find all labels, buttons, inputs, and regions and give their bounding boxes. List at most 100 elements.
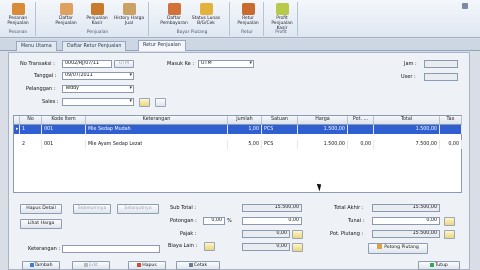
tunai-field[interactable]: 0,00: [372, 217, 440, 225]
grid-header-keterangan[interactable]: Keterangan: [86, 116, 228, 125]
masuk-ke-label: Masuk Ke :: [167, 61, 195, 67]
keterangan-field[interactable]: [62, 245, 160, 253]
grid-header-total[interactable]: Total: [374, 116, 440, 125]
potongan-field[interactable]: 0,00: [242, 217, 302, 225]
piutang-icon: [377, 244, 383, 249]
penjualan-kasir-button[interactable]: Penjualan Kasir: [81, 1, 113, 30]
cell-pot: [348, 125, 374, 134]
potongan-label: Potongan :: [170, 218, 197, 224]
hapus-button[interactable]: Hapus: [128, 261, 166, 270]
cell-no: 2: [20, 140, 42, 149]
keterangan-label: Keterangan :: [28, 246, 61, 252]
lihat-harga-button[interactable]: Lihat Harga: [20, 219, 62, 229]
edit-icon: [84, 262, 89, 267]
table-row[interactable]: ▸ 1 001 Mie Sedap Mudah 1,00 PCS 1.500,0…: [14, 125, 462, 134]
group-label-penjualan: Penjualan: [86, 30, 109, 35]
help-icon[interactable]: [462, 3, 468, 9]
biaya-lain-lookup-icon[interactable]: [204, 242, 215, 251]
sub-total-label: Sub Total :: [170, 205, 197, 211]
sales-field[interactable]: [62, 98, 134, 106]
sub-total-field: 15.500,00: [242, 204, 302, 212]
potong-piutang-button[interactable]: Potong Piutang: [368, 243, 428, 254]
retur-penjualan-button[interactable]: Retur Penjualan: [232, 1, 264, 30]
pot-piutang-label: Pot. Piutang :: [330, 231, 364, 237]
clear-sales-icon[interactable]: [155, 98, 166, 107]
tanggal-label: Tanggal :: [34, 73, 57, 79]
biaya-lain-field: 0,00: [242, 243, 290, 251]
pelanggan-field[interactable]: Teddy: [62, 85, 134, 93]
total-akhir-label: Total Akhir :: [334, 205, 364, 211]
no-transaksi-field[interactable]: 0002/RJ/07/11: [62, 60, 112, 68]
tab-menu-utama[interactable]: Menu Utama: [16, 41, 57, 51]
ribbon-toolbar: Pesanan Penjualan Daftar Penjualan Penju…: [0, 0, 480, 38]
cell-satuan: PCS: [262, 140, 298, 149]
grid-header-satuan[interactable]: Satuan: [262, 116, 298, 125]
tambah-button[interactable]: Tambah: [22, 261, 60, 270]
cell-total: 7.500,00: [374, 140, 440, 149]
daftar-pembayaran-button[interactable]: Daftar Pembayaran: [158, 1, 190, 30]
pajak-field: 0,00: [242, 230, 290, 238]
grid-header-no[interactable]: No: [20, 116, 42, 125]
no-transaksi-label: No Transaksi :: [20, 61, 55, 67]
biaya-lain-label: Biaya Lain :: [168, 243, 198, 249]
pesanan-penjualan-button[interactable]: Pesanan Penjualan: [2, 1, 34, 30]
payment-icon: [167, 3, 181, 15]
delete-icon: [137, 262, 142, 267]
cell-harga: 1.500,00: [298, 140, 348, 149]
tab-daftar-retur-penjualan[interactable]: Daftar Retur Penjualan: [62, 41, 127, 51]
cell-satuan: PCS: [262, 125, 298, 134]
total-akhir-field: 15.500,00: [372, 204, 440, 212]
sales-label: Sales :: [42, 99, 59, 105]
pot-piutang-field: 15.500,00: [372, 230, 440, 238]
no-transaksi-button[interactable]: UTM: [114, 60, 134, 68]
group-label-bayar-piutang: Bayar Piutang: [176, 30, 208, 35]
cell-total: 1.500,00: [374, 125, 440, 134]
group-label-retur: Retur: [241, 30, 253, 35]
profit-icon: [275, 3, 289, 15]
cell-tax: 0,00: [440, 140, 462, 149]
hapus-detail-button[interactable]: Hapus Detail: [20, 204, 62, 214]
tunai-lookup-icon[interactable]: [444, 217, 455, 226]
biaya-lain-add-icon[interactable]: [292, 243, 303, 252]
percent-sign: %: [227, 218, 232, 224]
sebelumnya-button[interactable]: Sebelumnya: [73, 204, 111, 214]
list-icon: [59, 3, 73, 15]
pot-piutang-lookup-icon[interactable]: [444, 230, 455, 239]
masuk-ke-field[interactable]: UTM: [198, 60, 254, 68]
tab-strip: Menu Utama Daftar Retur Penjualan Retur …: [0, 39, 480, 51]
pajak-label: Pajak :: [180, 231, 197, 237]
potongan-percent-field[interactable]: 0,00: [203, 217, 225, 225]
jam-label: Jam :: [404, 61, 417, 67]
cell-kode: 001: [42, 125, 86, 134]
cetak-button[interactable]: Cetak: [176, 261, 220, 270]
tanggal-field[interactable]: 09/07/2011: [62, 72, 134, 80]
history-harga-jual-button[interactable]: History Harga Jual: [113, 1, 145, 30]
search-sales-icon[interactable]: [139, 98, 150, 107]
grid-header-harga[interactable]: Harga: [298, 116, 348, 125]
grid-header-jumlah[interactable]: Jumlah: [228, 116, 262, 125]
status-lunas-button[interactable]: Status Lunas B/G/Cek: [190, 1, 222, 30]
cell-jumlah: 1,00: [228, 125, 262, 134]
daftar-penjualan-button[interactable]: Daftar Penjualan: [50, 1, 82, 30]
user-label: User :: [401, 74, 416, 80]
grid-header-kode-item[interactable]: Kode Item: [42, 116, 86, 125]
selanjutnya-button[interactable]: Selanjutnya: [117, 204, 159, 214]
cell-keterangan: Mie Ayam Sedap Lezat: [86, 140, 228, 149]
cell-pot: 0,00: [348, 140, 374, 149]
group-label-pesanan: Pesanan: [8, 30, 28, 35]
item-grid[interactable]: No Kode Item Keterangan Jumlah Satuan Ha…: [13, 115, 462, 193]
pajak-lookup-icon[interactable]: [292, 230, 303, 239]
table-row[interactable]: 2 001 Mie Ayam Sedap Lezat 5,00 PCS 1.50…: [14, 140, 462, 149]
jam-field: [424, 60, 458, 68]
order-icon: [11, 3, 25, 15]
grid-header-tax[interactable]: Tax: [440, 116, 462, 125]
grid-header-pot[interactable]: Pot. ...: [348, 116, 374, 125]
status-icon: [199, 3, 213, 15]
tutup-button[interactable]: Tutup: [418, 261, 460, 270]
edit-button[interactable]: Edit: [72, 261, 110, 270]
tab-retur-penjualan[interactable]: Retur Penjualan: [138, 40, 186, 51]
profit-penjualan-kasir-button[interactable]: Profit Penjualan Kasir: [266, 1, 298, 31]
print-icon: [188, 262, 193, 267]
pelanggan-label: Pelanggan :: [26, 86, 56, 92]
history-icon: [122, 3, 136, 15]
